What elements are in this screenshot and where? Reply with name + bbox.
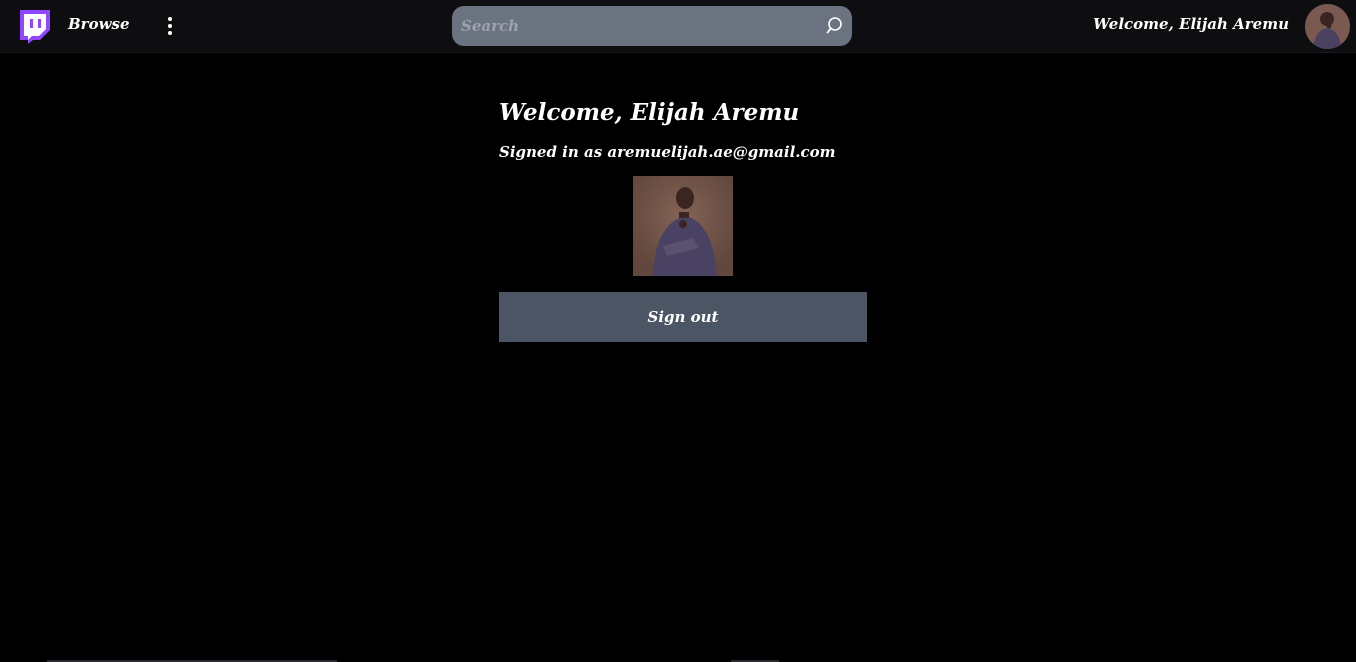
- signed-in-email: Signed in as aremuelijah.ae@gmail.com: [499, 143, 836, 161]
- vertical-dots-icon[interactable]: [160, 14, 180, 38]
- user-profile-photo: [633, 176, 733, 276]
- profile-panel: Welcome, Elijah Aremu Signed in as aremu…: [499, 98, 867, 342]
- top-navbar: Browse Welcome, Elijah Aremu: [0, 0, 1356, 53]
- browse-link[interactable]: Browse: [68, 15, 130, 33]
- header-welcome-text: Welcome, Elijah Aremu: [1093, 15, 1289, 33]
- page-title: Welcome, Elijah Aremu: [499, 99, 800, 126]
- search-bar: [452, 6, 852, 46]
- sign-out-button[interactable]: Sign out: [499, 292, 867, 342]
- search-icon[interactable]: [826, 16, 846, 36]
- twitch-logo-icon[interactable]: [16, 8, 52, 44]
- search-input[interactable]: [452, 6, 812, 46]
- avatar[interactable]: [1305, 4, 1350, 49]
